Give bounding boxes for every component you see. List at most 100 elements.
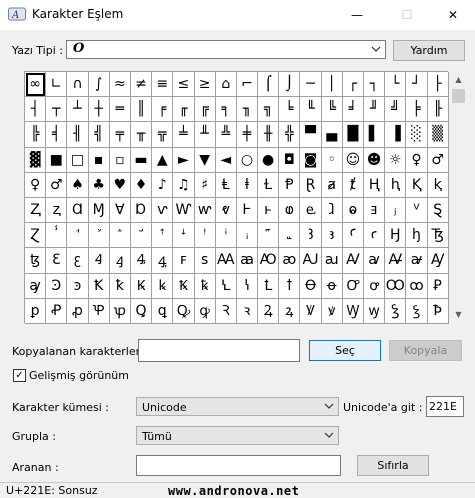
character-cell[interactable]: ꜵ [279, 248, 301, 274]
character-cell[interactable]: ꝉ [279, 273, 301, 299]
character-cell[interactable]: ♦ [130, 172, 153, 198]
help-button[interactable]: Yardım [393, 40, 465, 61]
character-cell[interactable]: ⱪ [427, 172, 449, 198]
character-cell[interactable]: ꜿ [67, 273, 89, 299]
character-cell[interactable]: Ⱪ [406, 172, 428, 198]
character-cell[interactable]: ╪ [236, 122, 259, 148]
character-cell[interactable]: ꝑ [25, 298, 47, 324]
character-cell[interactable]: ▀ [300, 122, 322, 148]
character-cell[interactable]: ╞ [406, 97, 428, 123]
character-cell[interactable]: ╚ [321, 97, 343, 123]
character-cell[interactable]: Ꝣ [385, 298, 407, 324]
character-cell[interactable]: Ꝝ [258, 298, 280, 324]
scroll-up-icon[interactable]: ▲ [450, 71, 467, 88]
character-cell[interactable]: ∫ [88, 72, 110, 98]
character-cell[interactable]: ꝓ [67, 298, 89, 324]
character-cell[interactable]: Ɫ [258, 172, 280, 198]
character-cell[interactable]: ꝇ [236, 273, 259, 299]
character-cell[interactable]: ꜛ [152, 223, 174, 249]
character-cell[interactable]: ꜹ [364, 248, 386, 274]
character-cell[interactable]: ⱦ [342, 172, 364, 198]
character-cell[interactable]: Ꜣ [300, 223, 322, 249]
character-cell[interactable]: Ꝛ [215, 298, 237, 324]
character-cell[interactable]: ♪ [152, 172, 174, 198]
character-cell[interactable]: ╔ [194, 97, 216, 123]
character-cell[interactable]: ꜜ [173, 223, 195, 249]
character-cell[interactable]: ╫ [258, 122, 280, 148]
character-cell[interactable]: Ⱳ [173, 197, 195, 224]
character-cell[interactable]: □ [67, 147, 89, 173]
character-cell[interactable]: ≡ [152, 72, 174, 98]
character-cell[interactable]: ╜ [364, 97, 386, 123]
character-cell[interactable]: ꜠ [258, 223, 280, 249]
character-cell[interactable]: Ꝁ [88, 273, 110, 299]
character-cell[interactable]: ▫ [109, 147, 131, 173]
character-cell[interactable]: ┘ [406, 72, 428, 98]
character-cell[interactable]: Ꜧ [385, 223, 407, 249]
character-cell[interactable]: Ꜯ [130, 248, 153, 274]
character-cell[interactable]: Ɽ [300, 172, 322, 198]
character-cell[interactable]: ♀ [406, 147, 428, 173]
character-cell[interactable]: ╩ [215, 122, 237, 148]
character-cell[interactable]: ⱴ [215, 197, 237, 224]
character-cell[interactable]: Ȿ [427, 197, 449, 224]
character-cell[interactable]: ♣ [88, 172, 110, 198]
character-cell[interactable]: █ [342, 122, 364, 148]
character-cell[interactable]: ♂ [46, 172, 68, 198]
character-cell[interactable]: ꝛ [236, 298, 259, 324]
character-cell[interactable]: ꜡ [279, 223, 301, 249]
character-cell[interactable]: Ꝏ [385, 273, 407, 299]
minimize-button[interactable]: — [334, 0, 380, 30]
character-cell[interactable]: ┼ [88, 97, 110, 123]
character-cell[interactable]: ╣ [88, 122, 110, 148]
character-cell[interactable]: ꜩ [25, 248, 47, 274]
character-cell[interactable]: ≤ [173, 72, 195, 98]
character-cell[interactable]: │ [321, 72, 343, 98]
character-cell[interactable]: ◙ [300, 147, 322, 173]
character-cell[interactable]: ▌ [364, 122, 386, 148]
reset-button[interactable]: Sıfırla [357, 455, 429, 476]
character-cell[interactable]: ∩ [67, 72, 89, 98]
character-cell[interactable]: ∟ [46, 72, 68, 98]
character-cell[interactable]: ╟ [427, 97, 449, 123]
character-cell[interactable]: ꝍ [364, 273, 386, 299]
character-cell[interactable]: Ꝟ [300, 298, 322, 324]
scroll-thumb[interactable] [452, 89, 465, 103]
character-cell[interactable]: ꝟ [321, 298, 343, 324]
character-cell[interactable]: Ꝑ [427, 273, 449, 299]
copy-input[interactable] [138, 339, 300, 362]
character-cell[interactable]: ⱸ [300, 197, 322, 224]
character-cell[interactable]: Ꜳ [215, 248, 237, 274]
character-cell[interactable]: ◘ [279, 147, 301, 173]
character-cell[interactable]: ├ [427, 72, 449, 98]
character-cell[interactable]: Ⱶ [236, 197, 259, 224]
character-cell[interactable]: ○ [236, 147, 259, 173]
character-cell[interactable]: Ꝡ [342, 298, 364, 324]
character-cell[interactable]: ⸯ [46, 223, 68, 249]
character-cell[interactable]: ꝝ [279, 298, 301, 324]
character-cell[interactable]: Ꜽ [427, 248, 449, 274]
character-cell[interactable]: ╙ [300, 97, 322, 123]
character-cell[interactable]: ꜻ [406, 248, 428, 274]
character-cell[interactable]: Ꝍ [342, 273, 364, 299]
character-cell[interactable]: Ꝃ [130, 273, 153, 299]
character-cell[interactable]: ꜘ [88, 223, 110, 249]
character-cell[interactable]: ⱡ [236, 172, 259, 198]
character-cell[interactable]: ⌡ [279, 72, 301, 98]
copy-button[interactable]: Kopyala [389, 340, 462, 361]
character-cell[interactable]: ☺ [342, 147, 364, 173]
character-cell[interactable]: ⱼ [385, 197, 407, 224]
character-cell[interactable]: ⌠ [258, 72, 280, 98]
character-cell[interactable]: ■ [46, 147, 68, 173]
character-cell[interactable]: ◄ [215, 147, 237, 173]
character-cell[interactable]: Ꜷ [300, 248, 322, 274]
character-cell[interactable]: Ꝅ [173, 273, 195, 299]
character-cell[interactable]: ⌐ [236, 72, 259, 98]
character-cell[interactable]: ꜭ [109, 248, 131, 274]
character-cell[interactable]: ⱨ [385, 172, 407, 198]
character-cell[interactable]: ⌂ [215, 72, 237, 98]
character-cell[interactable]: Ꜩ [427, 223, 449, 249]
character-cell[interactable]: ≠ [130, 72, 153, 98]
character-cell[interactable]: ꝕ [109, 298, 131, 324]
character-cell[interactable]: ꝅ [194, 273, 216, 299]
